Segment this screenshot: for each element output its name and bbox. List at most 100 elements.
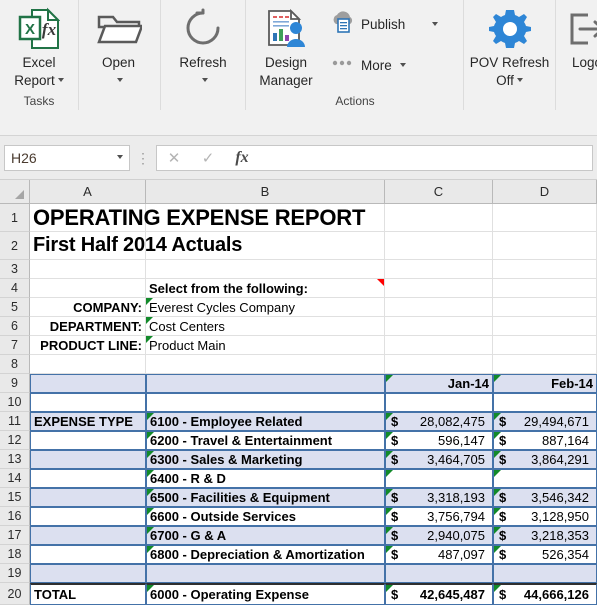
row-header-16[interactable]: 16 [0, 507, 30, 526]
row-header-14[interactable]: 14 [0, 469, 30, 488]
cell-d7[interactable] [493, 336, 597, 355]
cell-b11-account[interactable]: 6100 - Employee Related [146, 412, 385, 431]
cell-b8[interactable] [146, 355, 385, 374]
cell-c7[interactable] [385, 336, 493, 355]
cell-b6-department-value[interactable]: Cost Centers [146, 317, 385, 336]
cell-c16-jan[interactable]: $ 3,756,794 [385, 507, 493, 526]
cell-d10[interactable] [493, 393, 597, 412]
more-button[interactable]: More [326, 53, 461, 78]
cell-a2[interactable]: First Half 2014 Actuals [30, 232, 242, 260]
chevron-down-icon[interactable] [117, 154, 123, 159]
row-header-19[interactable]: 19 [0, 564, 30, 583]
cell-a15[interactable] [30, 488, 146, 507]
cell-c10[interactable] [385, 393, 493, 412]
cell-b13-account[interactable]: 6300 - Sales & Marketing [146, 450, 385, 469]
row-header-2[interactable]: 2 [0, 232, 30, 260]
publish-button[interactable]: Publish [326, 8, 461, 41]
excel-report-button[interactable]: X fx Excel Report [0, 0, 78, 88]
cell-c2[interactable] [385, 232, 493, 260]
column-header-b[interactable]: B [146, 180, 385, 203]
chevron-down-icon[interactable] [516, 78, 523, 83]
cell-b15-account[interactable]: 6500 - Facilities & Equipment [146, 488, 385, 507]
cell-a17[interactable] [30, 526, 146, 545]
cell-b19[interactable] [146, 564, 385, 583]
cell-c17-jan[interactable]: $ 2,940,075 [385, 526, 493, 545]
cell-d11-feb[interactable]: $ 29,494,671 [493, 412, 597, 431]
cell-b18-account[interactable]: 6800 - Depreciation & Amortization [146, 545, 385, 564]
cell-c12-jan[interactable]: $ 596,147 [385, 431, 493, 450]
cell-b7-product-line-value[interactable]: Product Main [146, 336, 385, 355]
chevron-down-icon[interactable] [201, 78, 208, 83]
cell-a18[interactable] [30, 545, 146, 564]
chevron-down-icon[interactable] [57, 78, 64, 83]
cell-a19[interactable] [30, 564, 146, 583]
cell-a6-department-label[interactable]: DEPARTMENT: [30, 317, 146, 336]
column-header-c[interactable]: C [385, 180, 493, 203]
cell-a14[interactable] [30, 469, 146, 488]
cell-d20-feb-total[interactable]: $ 44,666,126 [493, 583, 597, 605]
cell-b3[interactable] [146, 260, 385, 279]
row-header-18[interactable]: 18 [0, 545, 30, 564]
refresh-button[interactable]: Refresh [161, 0, 245, 88]
row-header-11[interactable]: 11 [0, 412, 30, 431]
cell-c9-period-jan[interactable]: Jan-14 [385, 374, 493, 393]
cell-c4[interactable] [385, 279, 493, 298]
cell-d1[interactable] [493, 204, 597, 232]
design-manager-button[interactable]: Design Manager [246, 0, 326, 88]
row-header-9[interactable]: 9 [0, 374, 30, 393]
cell-b4-prompt[interactable]: Select from the following: [146, 279, 385, 298]
cell-b9[interactable] [146, 374, 385, 393]
cell-d14-feb[interactable] [493, 469, 597, 488]
row-header-1[interactable]: 1 [0, 204, 30, 232]
cell-d18-feb[interactable]: $ 526,354 [493, 545, 597, 564]
logoff-button[interactable]: Logo [556, 0, 597, 70]
cell-b12-account[interactable]: 6200 - Travel & Entertainment [146, 431, 385, 450]
column-header-a[interactable]: A [30, 180, 146, 203]
chevron-down-icon[interactable] [432, 21, 439, 26]
cell-d15-feb[interactable]: $ 3,546,342 [493, 488, 597, 507]
cell-d2[interactable] [493, 232, 597, 260]
cell-c13-jan[interactable]: $ 3,464,705 [385, 450, 493, 469]
row-header-5[interactable]: 5 [0, 298, 30, 317]
cell-d13-feb[interactable]: $ 3,864,291 [493, 450, 597, 469]
cell-b16-account[interactable]: 6600 - Outside Services [146, 507, 385, 526]
cell-b20-account[interactable]: 6000 - Operating Expense [146, 583, 385, 605]
open-button[interactable]: Open [78, 0, 158, 110]
cell-c8[interactable] [385, 355, 493, 374]
cell-c6[interactable] [385, 317, 493, 336]
cell-a9[interactable] [30, 374, 146, 393]
row-header-17[interactable]: 17 [0, 526, 30, 545]
cell-b17-account[interactable]: 6700 - G & A [146, 526, 385, 545]
row-header-15[interactable]: 15 [0, 488, 30, 507]
cancel-icon[interactable]: ✕ [157, 149, 191, 167]
row-header-3[interactable]: 3 [0, 260, 30, 279]
insert-function-icon[interactable]: fx [225, 149, 259, 167]
row-header-20[interactable]: 20 [0, 583, 30, 605]
confirm-icon[interactable]: ✓ [191, 149, 225, 167]
formula-input[interactable] [259, 144, 593, 171]
cell-a5-company-label[interactable]: COMPANY: [30, 298, 146, 317]
cell-d9-period-feb[interactable]: Feb-14 [493, 374, 597, 393]
cell-a13[interactable] [30, 450, 146, 469]
cell-c14-jan[interactable] [385, 469, 493, 488]
cell-a10[interactable] [30, 393, 146, 412]
cell-b14-account[interactable]: 6400 - R & D [146, 469, 385, 488]
cell-d5[interactable] [493, 298, 597, 317]
cell-c3[interactable] [385, 260, 493, 279]
cell-d19[interactable] [493, 564, 597, 583]
cell-a7-product-line-label[interactable]: PRODUCT LINE: [30, 336, 146, 355]
cell-d6[interactable] [493, 317, 597, 336]
row-header-6[interactable]: 6 [0, 317, 30, 336]
cell-c18-jan[interactable]: $ 487,097 [385, 545, 493, 564]
cell-b10[interactable] [146, 393, 385, 412]
row-header-13[interactable]: 13 [0, 450, 30, 469]
cell-d12-feb[interactable]: $ 887,164 [493, 431, 597, 450]
cell-d16-feb[interactable]: $ 3,128,950 [493, 507, 597, 526]
cell-c5[interactable] [385, 298, 493, 317]
cell-a16[interactable] [30, 507, 146, 526]
cell-d4[interactable] [493, 279, 597, 298]
cell-d3[interactable] [493, 260, 597, 279]
row-header-7[interactable]: 7 [0, 336, 30, 355]
row-header-12[interactable]: 12 [0, 431, 30, 450]
pov-refresh-button[interactable]: POV Refresh Off [464, 0, 555, 88]
